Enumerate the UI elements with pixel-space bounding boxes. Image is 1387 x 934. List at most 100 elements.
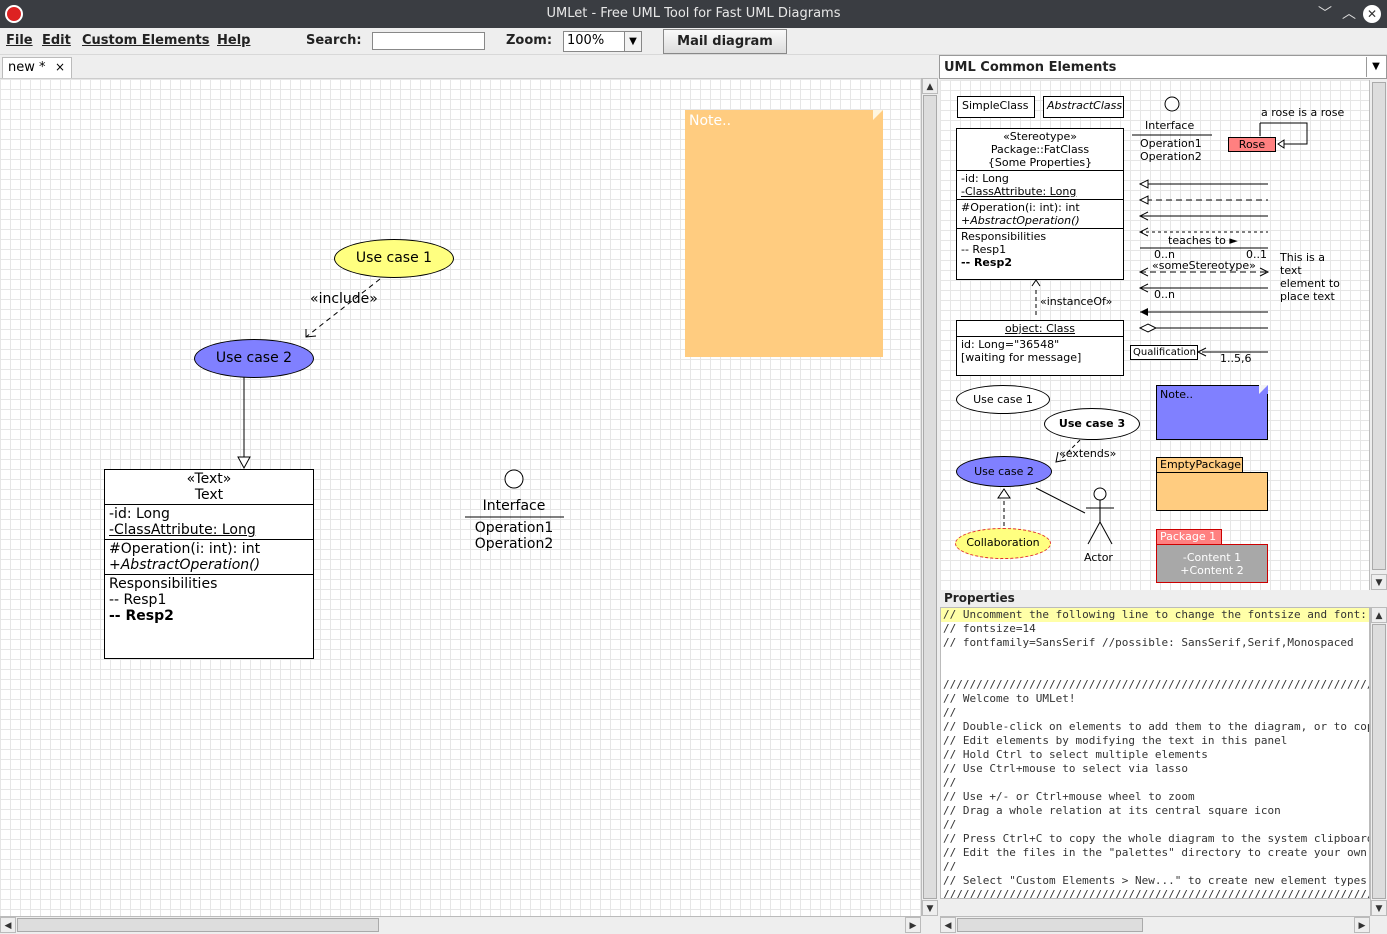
scroll-thumb[interactable] bbox=[1372, 82, 1386, 570]
text-element-line: This is a bbox=[1280, 251, 1325, 264]
properties-line[interactable]: // bbox=[941, 776, 1369, 790]
fat-class-resp: -- Resp1 bbox=[961, 243, 1007, 256]
palette-empty-package-tab[interactable]: EmptyPackage bbox=[1156, 457, 1243, 473]
palette-scrollbar[interactable]: ▼ bbox=[1369, 80, 1387, 590]
canvas-horizontal-scrollbar[interactable]: ◀ ▶ bbox=[0, 916, 921, 933]
actor-label[interactable]: Actor bbox=[1084, 551, 1113, 564]
text-element-line: element to bbox=[1280, 277, 1340, 290]
palette-rose-class[interactable]: Rose bbox=[1228, 137, 1276, 152]
zoom-select[interactable]: 100% ▼ bbox=[563, 31, 642, 52]
scroll-thumb[interactable] bbox=[17, 918, 379, 932]
properties-line[interactable]: // Use +/- or Ctrl+mouse wheel to zoom bbox=[941, 790, 1369, 804]
properties-line[interactable]: ////////////////////////////////////////… bbox=[941, 888, 1369, 898]
responsibilities-label: Responsibilities bbox=[109, 576, 218, 592]
palette-simple-class[interactable]: SimpleClass bbox=[957, 96, 1035, 118]
menu-file[interactable]: File bbox=[6, 33, 33, 48]
menu-edit[interactable]: Edit bbox=[42, 33, 71, 48]
properties-line[interactable]: // Drag a whole relation at its central … bbox=[941, 804, 1369, 818]
properties-line[interactable]: // fontsize=14 bbox=[941, 622, 1369, 636]
properties-line[interactable]: // Uncomment the following line to chang… bbox=[941, 608, 1369, 622]
close-tab-icon[interactable]: × bbox=[55, 60, 65, 74]
text-class[interactable]: «Text» Text -id: Long -ClassAttribute: L… bbox=[104, 469, 314, 659]
palette-abstract-class[interactable]: AbstractClass bbox=[1043, 96, 1124, 118]
palette-panel[interactable]: SimpleClass AbstractClass Interface Oper… bbox=[940, 80, 1369, 590]
zoom-label: Zoom: bbox=[506, 33, 553, 48]
chevron-down-icon[interactable]: ▼ bbox=[1366, 57, 1385, 77]
properties-line[interactable]: // Select "Custom Elements > New..." to … bbox=[941, 874, 1369, 888]
object-name: object: Class bbox=[957, 321, 1123, 337]
menu-help[interactable]: Help bbox=[217, 33, 250, 48]
properties-line[interactable] bbox=[941, 664, 1369, 678]
properties-line[interactable]: // Press Ctrl+C to copy the whole diagra… bbox=[941, 832, 1369, 846]
scroll-right-icon[interactable]: ▶ bbox=[1354, 917, 1370, 933]
scroll-down-icon[interactable]: ▼ bbox=[922, 900, 938, 916]
properties-line[interactable] bbox=[941, 650, 1369, 664]
maximize-button[interactable]: ︿ bbox=[1339, 4, 1359, 24]
properties-line[interactable]: // Edit the files in the "palettes" dire… bbox=[941, 846, 1369, 860]
palette-use-case-2[interactable]: Use case 2 bbox=[956, 456, 1052, 487]
properties-line[interactable]: // Use Ctrl+mouse to select via lasso bbox=[941, 762, 1369, 776]
properties-line[interactable]: // Edit elements by modifying the text i… bbox=[941, 734, 1369, 748]
interface-circle bbox=[504, 469, 524, 489]
properties-line[interactable]: ////////////////////////////////////////… bbox=[941, 678, 1369, 692]
teaches-label: teaches to ► bbox=[1168, 234, 1238, 247]
properties-line[interactable]: // fontfamily=SansSerif //possible: Sans… bbox=[941, 636, 1369, 650]
scroll-down-icon[interactable]: ▼ bbox=[1371, 900, 1387, 916]
properties-line[interactable]: // Hold Ctrl to select multiple elements bbox=[941, 748, 1369, 762]
properties-line[interactable]: // Welcome to UMLet! bbox=[941, 692, 1369, 706]
properties-scrollbar[interactable]: ▲ ▼ bbox=[1370, 607, 1387, 916]
chevron-down-icon[interactable]: ▼ bbox=[624, 32, 641, 51]
scroll-down-icon[interactable]: ▼ bbox=[1371, 574, 1387, 590]
palette-collaboration[interactable]: Collaboration bbox=[955, 528, 1051, 559]
palette-package-1-tab[interactable]: Package 1 bbox=[1156, 529, 1222, 545]
interface-name[interactable]: Interface bbox=[464, 498, 564, 514]
palette-package-1-body[interactable]: -Content 1 +Content 2 bbox=[1156, 544, 1268, 583]
properties-line[interactable]: // bbox=[941, 706, 1369, 720]
close-window-button[interactable]: ✕ bbox=[1363, 5, 1381, 23]
scroll-thumb[interactable] bbox=[957, 918, 1143, 932]
multiplicity-label: 0..n bbox=[1154, 288, 1175, 301]
scroll-right-icon[interactable]: ▶ bbox=[905, 917, 921, 933]
palette-text-element[interactable]: This is a text element to place text bbox=[1280, 251, 1340, 303]
palette-empty-package-body[interactable] bbox=[1156, 472, 1268, 511]
fat-class-header: «Stereotype» Package::FatClass {Some Pro… bbox=[957, 129, 1123, 171]
palette-object[interactable]: object: Class id: Long="36548" [waiting … bbox=[956, 320, 1124, 376]
note-element[interactable]: Note.. bbox=[685, 110, 883, 357]
scroll-left-icon[interactable]: ◀ bbox=[0, 917, 16, 933]
tab-new-diagram[interactable]: new * × bbox=[2, 57, 72, 78]
scroll-thumb[interactable] bbox=[1372, 624, 1386, 899]
mail-diagram-button[interactable]: Mail diagram bbox=[663, 29, 787, 54]
palette-qualification[interactable]: Qualification bbox=[1130, 345, 1198, 360]
scroll-thumb[interactable] bbox=[923, 95, 937, 899]
properties-editor[interactable]: // Uncomment the following line to chang… bbox=[940, 607, 1370, 899]
properties-horizontal-scrollbar[interactable]: ◀ ▶ bbox=[940, 916, 1370, 933]
minimize-button[interactable]: ﹀ bbox=[1315, 4, 1335, 24]
search-input[interactable] bbox=[372, 32, 485, 50]
fat-class-props: {Some Properties} bbox=[987, 156, 1093, 169]
use-case-2[interactable]: Use case 2 bbox=[194, 339, 314, 378]
menu-custom-elements[interactable]: Custom Elements bbox=[82, 33, 209, 48]
palette-note[interactable]: Note.. bbox=[1156, 385, 1268, 440]
properties-line[interactable]: // bbox=[941, 860, 1369, 874]
diagram-canvas[interactable]: Use case 1 «include» Use case 2 Note.. «… bbox=[0, 78, 921, 916]
object-attribute: [waiting for message] bbox=[961, 351, 1082, 364]
include-relation[interactable] bbox=[305, 278, 381, 338]
palette-use-case-1[interactable]: Use case 1 bbox=[956, 385, 1050, 414]
scroll-up-icon[interactable]: ▲ bbox=[1371, 607, 1387, 623]
palette-selector[interactable]: UML Common Elements ▼ bbox=[939, 55, 1387, 79]
instanceof-label: «instanceOf» bbox=[1040, 295, 1113, 308]
properties-line[interactable]: // Double-click on elements to add them … bbox=[941, 720, 1369, 734]
palette-fat-class[interactable]: «Stereotype» Package::FatClass {Some Pro… bbox=[956, 128, 1124, 280]
palette-interface[interactable]: Interface bbox=[1145, 119, 1194, 132]
qualification-multiplicity: 1..5,6 bbox=[1220, 352, 1252, 365]
fat-class-attribute: -id: Long bbox=[961, 172, 1009, 185]
scroll-left-icon[interactable]: ◀ bbox=[940, 917, 956, 933]
canvas-vertical-scrollbar[interactable]: ▲ ▼ bbox=[921, 78, 938, 916]
use-case-1[interactable]: Use case 1 bbox=[334, 239, 454, 278]
menu-bar: File Edit Custom Elements Help Search: Z… bbox=[0, 28, 1387, 55]
palette-use-case-3[interactable]: Use case 3 bbox=[1044, 408, 1140, 440]
properties-line[interactable]: // bbox=[941, 818, 1369, 832]
palette-rose-note[interactable]: a rose is a rose bbox=[1261, 106, 1344, 119]
responsibility-item: -- Resp1 bbox=[109, 592, 167, 608]
scroll-up-icon[interactable]: ▲ bbox=[922, 78, 938, 94]
